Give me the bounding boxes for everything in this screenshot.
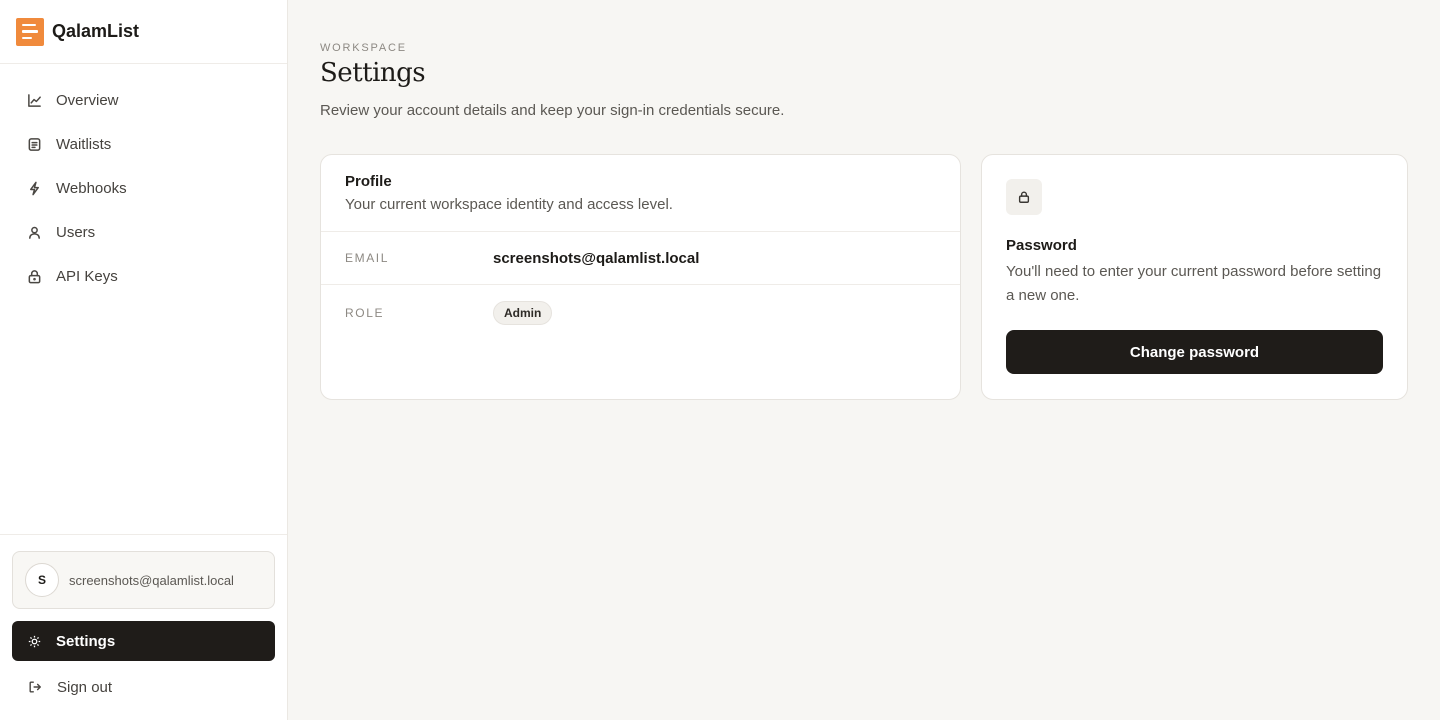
main-content: WORKSPACE Settings Review your account d…: [320, 0, 1408, 400]
sidebar-item-settings[interactable]: Settings: [12, 621, 275, 661]
sidebar-item-users[interactable]: Users: [0, 210, 287, 254]
bolt-icon: [26, 180, 42, 196]
change-password-button[interactable]: Change password: [1006, 330, 1383, 374]
email-row: EMAIL screenshots@qalamlist.local: [321, 232, 960, 285]
list-icon: [26, 136, 42, 152]
user-email: screenshots@qalamlist.local: [69, 572, 234, 588]
page-eyebrow: WORKSPACE: [320, 42, 407, 54]
profile-title: Profile: [345, 173, 392, 190]
sidebar-item-api-keys[interactable]: API Keys: [0, 254, 287, 298]
sidebar-item-label: API Keys: [56, 267, 118, 285]
profile-description: Your current workspace identity and acce…: [345, 196, 673, 213]
brand-name: QalamList: [52, 21, 140, 41]
sign-out-button[interactable]: Sign out: [12, 665, 275, 709]
page-title: Settings: [320, 58, 426, 88]
sidebar-footer: S screenshots@qalamlist.local Settings S…: [0, 534, 287, 720]
page-subtitle: Review your account details and keep you…: [320, 102, 785, 119]
lock-icon: [26, 268, 42, 284]
avatar: S: [25, 563, 59, 597]
email-value: screenshots@qalamlist.local: [493, 249, 700, 267]
sidebar-item-label: Overview: [56, 91, 119, 109]
sidebar-item-webhooks[interactable]: Webhooks: [0, 166, 287, 210]
sidebar-item-label: Settings: [56, 632, 116, 650]
user-icon: [26, 224, 42, 240]
sidebar-item-overview[interactable]: Overview: [0, 78, 287, 122]
sidebar-item-label: Waitlists: [56, 135, 112, 153]
sidebar-item-label: Users: [56, 223, 96, 241]
qalamlist-logo-icon: [16, 17, 44, 46]
sidebar: QalamList Overview Waitlists Webhooks Us…: [0, 0, 288, 720]
sign-out-icon: [29, 681, 41, 693]
password-card: Password You'll need to enter your curre…: [981, 154, 1408, 400]
user-card[interactable]: S screenshots@qalamlist.local: [12, 551, 275, 609]
email-label: EMAIL: [345, 251, 390, 265]
lock-icon: [1006, 179, 1042, 215]
role-row: ROLE Admin: [321, 285, 960, 341]
chart-line-icon: [26, 92, 42, 108]
settings-cards: Profile Your current workspace identity …: [320, 154, 1408, 400]
role-label: ROLE: [345, 306, 385, 320]
password-description: You'll need to enter your current passwo…: [1006, 263, 1382, 304]
brand[interactable]: QalamList: [0, 0, 287, 64]
sidebar-nav: Overview Waitlists Webhooks Users API Ke…: [0, 64, 287, 298]
profile-header: Profile Your current workspace identity …: [321, 155, 960, 232]
sidebar-item-waitlists[interactable]: Waitlists: [0, 122, 287, 166]
sign-out-label: Sign out: [57, 678, 113, 696]
sidebar-item-label: Webhooks: [56, 179, 127, 197]
profile-card: Profile Your current workspace identity …: [320, 154, 961, 400]
sun-gear-icon: [28, 635, 41, 647]
role-badge: Admin: [493, 301, 553, 325]
password-title: Password: [1006, 237, 1077, 254]
